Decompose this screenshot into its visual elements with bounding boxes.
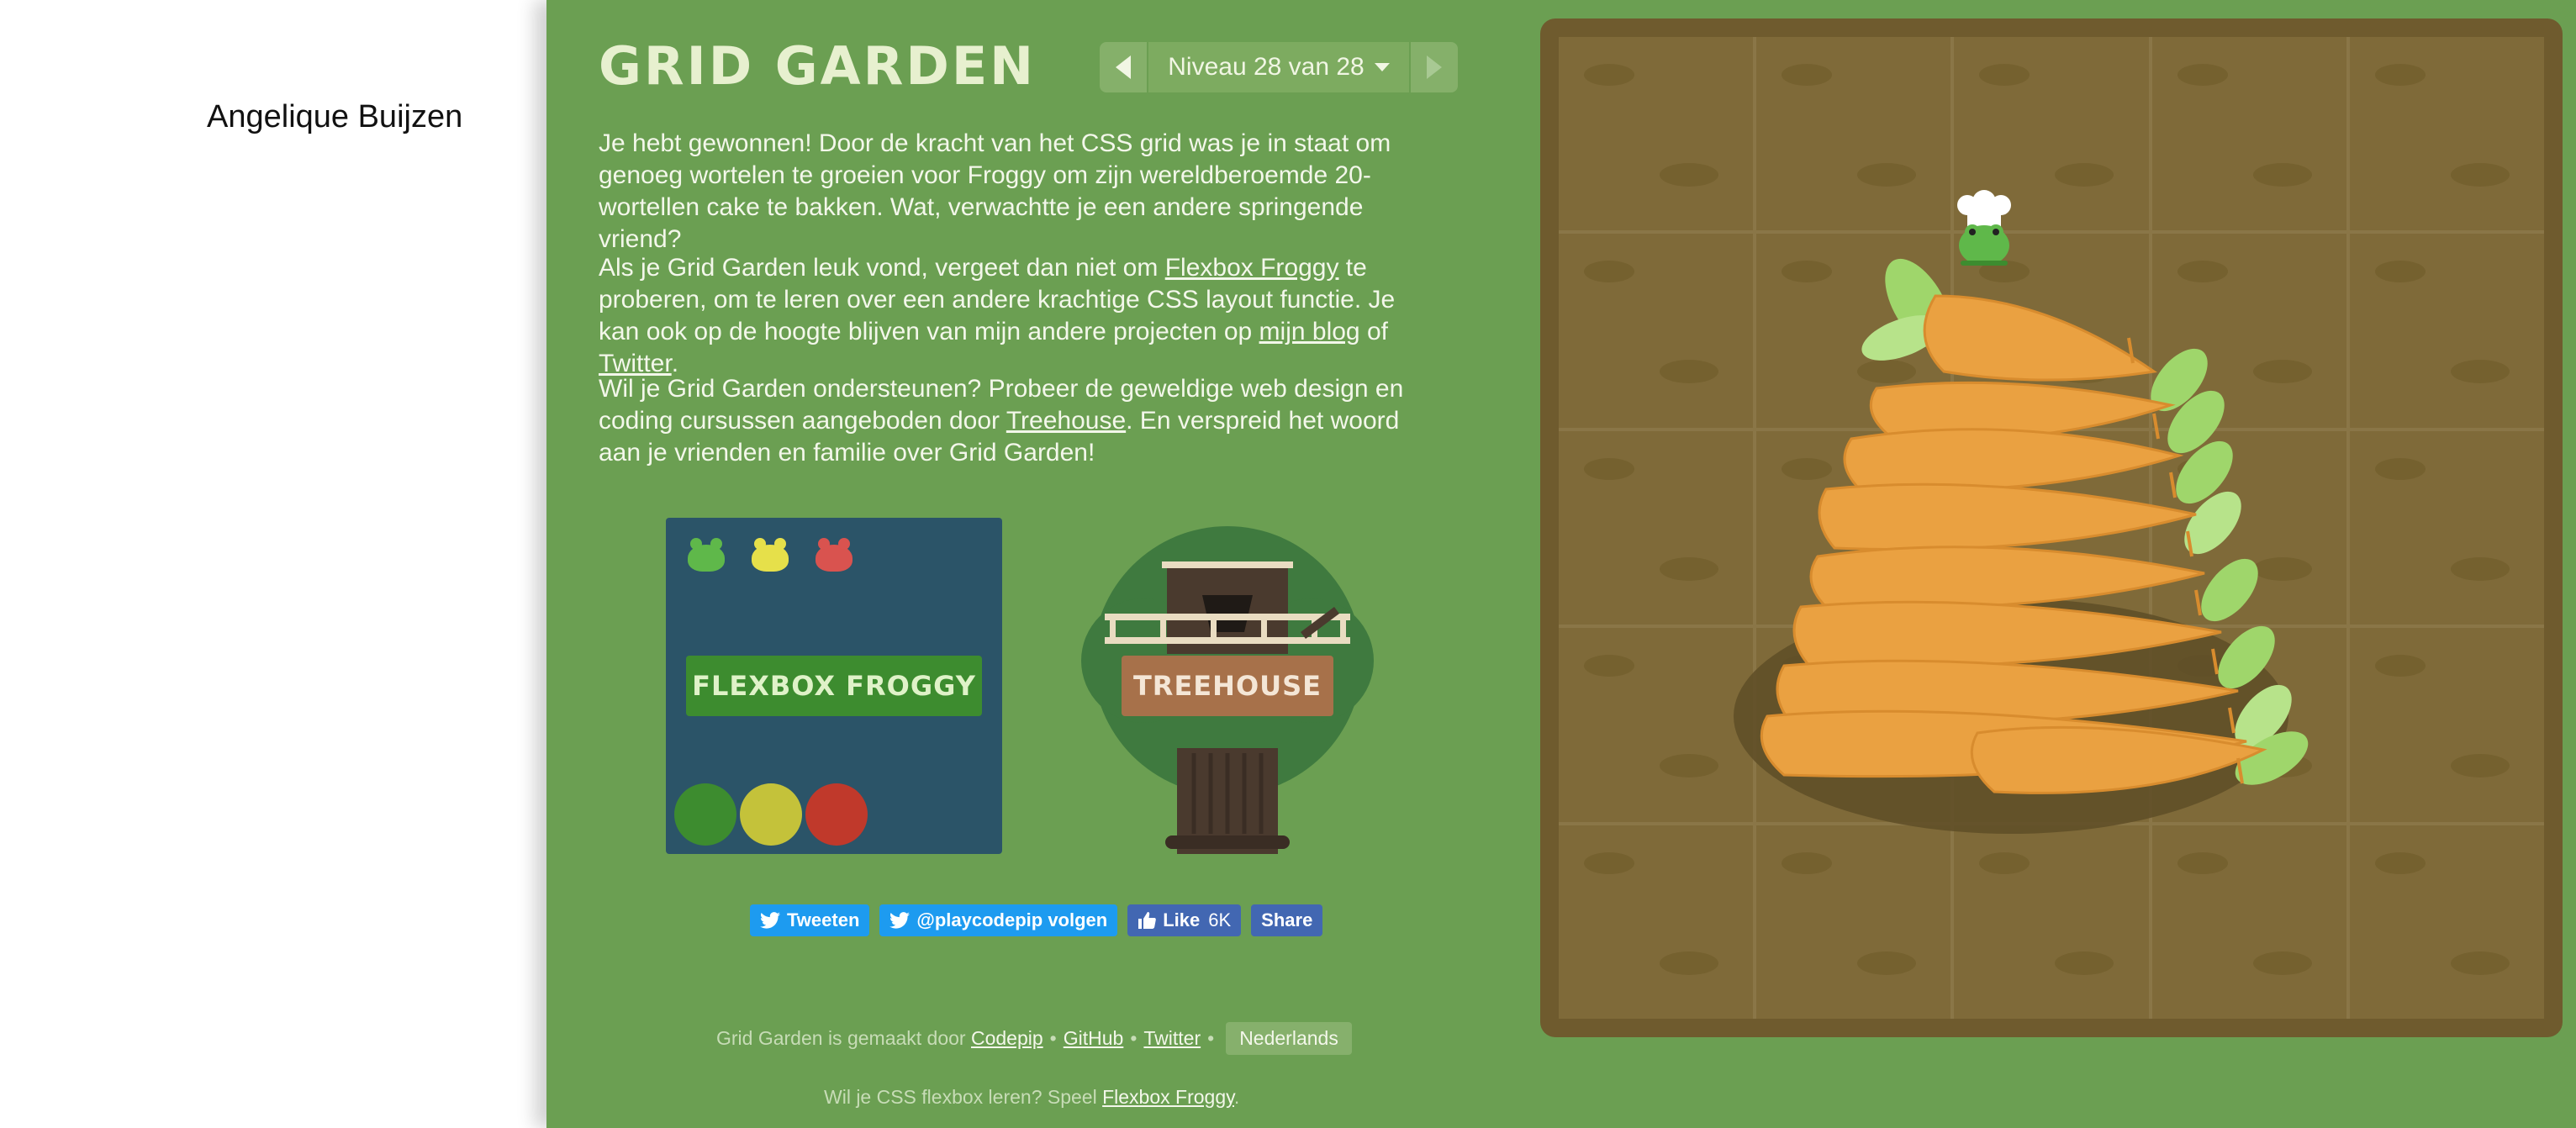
level-navigation: Niveau 28 van 28 bbox=[1100, 42, 1458, 92]
previous-level-button[interactable] bbox=[1100, 42, 1147, 92]
follow-label: @playcodepip volgen bbox=[916, 909, 1108, 930]
treehouse-button[interactable]: TREEHOUSE bbox=[1122, 656, 1333, 716]
made-by-text: Grid Garden is gemaakt door bbox=[716, 1027, 966, 1049]
carrot-cake-pile bbox=[1734, 190, 2309, 834]
level-dropdown[interactable]: Niveau 28 van 28 bbox=[1148, 42, 1409, 92]
footer-credits: Grid Garden is gemaakt door Codepip • Gi… bbox=[716, 1022, 1352, 1055]
treehouse-card[interactable]: TREEHOUSE bbox=[1059, 518, 1396, 854]
twitter-bird-icon bbox=[889, 912, 911, 929]
blog-link[interactable]: mijn blog bbox=[1259, 318, 1360, 345]
separator: • bbox=[1207, 1027, 1215, 1049]
promo-text-3: of bbox=[1359, 318, 1388, 345]
level-label: Niveau 28 van 28 bbox=[1168, 53, 1365, 81]
win-message: Je hebt gewonnen! Door de kracht van het… bbox=[599, 129, 1391, 253]
footer-flexbox-link[interactable]: Flexbox Froggy bbox=[1102, 1086, 1234, 1108]
green-lilypad-icon bbox=[674, 783, 736, 846]
caret-down-icon bbox=[1374, 63, 1390, 71]
next-level-button[interactable] bbox=[1411, 42, 1458, 92]
like-button[interactable]: Like 6K bbox=[1127, 904, 1242, 936]
thumbs-up-icon bbox=[1138, 912, 1157, 929]
follow-button[interactable]: @playcodepip volgen bbox=[879, 904, 1118, 936]
like-label: Like bbox=[1163, 909, 1201, 930]
red-lilypad-icon bbox=[805, 783, 868, 846]
page-title: GRID GARDEN bbox=[599, 35, 1037, 97]
arrow-left-icon bbox=[1116, 55, 1131, 79]
like-count: 6K bbox=[1208, 909, 1232, 930]
footer-period: . bbox=[1233, 1086, 1240, 1108]
share-label: Share bbox=[1261, 909, 1313, 930]
game-panel: GRID GARDEN Niveau 28 van 28 Je hebt gew… bbox=[546, 0, 2576, 1128]
left-blank-area: Angelique Buijzen bbox=[0, 0, 546, 1128]
separator: • bbox=[1130, 1027, 1138, 1049]
promo-text-1: Als je Grid Garden leuk vond, vergeet da… bbox=[599, 254, 1165, 282]
green-frog-icon bbox=[688, 538, 725, 572]
frog-chef-icon bbox=[1957, 190, 2011, 266]
author-name: Angelique Buijzen bbox=[207, 99, 463, 134]
tweet-button[interactable]: Tweeten bbox=[750, 904, 870, 936]
share-button[interactable]: Share bbox=[1251, 904, 1323, 936]
red-frog-icon bbox=[816, 538, 853, 572]
treehouse-link[interactable]: Treehouse bbox=[1006, 407, 1126, 435]
separator: • bbox=[1049, 1027, 1057, 1049]
arrow-right-icon bbox=[1427, 55, 1442, 79]
footer-flexbox-prompt: Wil je CSS flexbox leren? Speel Flexbox … bbox=[824, 1086, 1239, 1109]
twitter-bird-icon bbox=[760, 912, 780, 929]
codepip-link[interactable]: Codepip bbox=[971, 1027, 1043, 1050]
yellow-lilypad-icon bbox=[740, 783, 802, 846]
tweet-label: Tweeten bbox=[787, 909, 860, 930]
flexbox-froggy-card[interactable]: FLEXBOX FROGGY bbox=[666, 518, 1002, 854]
garden-board bbox=[1540, 18, 2563, 1037]
flexbox-froggy-button[interactable]: FLEXBOX FROGGY bbox=[686, 656, 982, 716]
github-link[interactable]: GitHub bbox=[1064, 1027, 1124, 1050]
yellow-frog-icon bbox=[752, 538, 789, 572]
footer-twitter-link[interactable]: Twitter bbox=[1143, 1027, 1201, 1050]
support-paragraph: Wil je Grid Garden ondersteunen? Probeer… bbox=[599, 373, 1439, 469]
flexbox-prompt-text: Wil je CSS flexbox leren? Speel bbox=[824, 1086, 1097, 1108]
flexbox-froggy-link[interactable]: Flexbox Froggy bbox=[1165, 254, 1339, 282]
social-buttons: Tweeten @playcodepip volgen Like 6K Shar… bbox=[750, 904, 1323, 936]
language-selector[interactable]: Nederlands bbox=[1226, 1022, 1352, 1055]
promo-paragraph: Als je Grid Garden leuk vond, vergeet da… bbox=[599, 252, 1439, 380]
